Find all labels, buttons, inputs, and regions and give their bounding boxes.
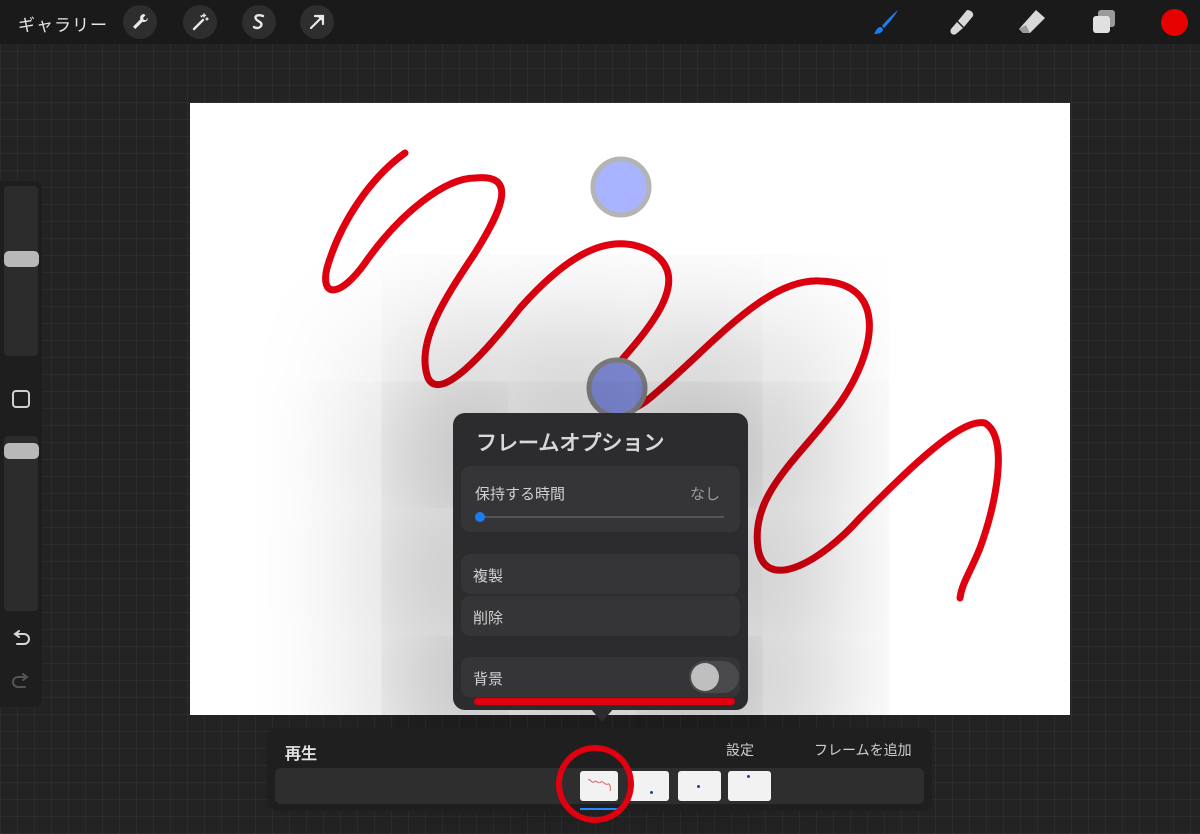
brush-size-slider[interactable] [4,186,38,356]
popup-arrow [590,708,614,722]
selection-icon[interactable] [242,5,276,39]
popup-title: フレームオプション [476,431,665,455]
hold-duration-slider-knob[interactable] [475,512,485,522]
frame-thumbnail[interactable] [678,771,721,801]
red-circle-annotation [556,745,634,823]
play-button[interactable]: 再生 [285,740,317,764]
hold-duration-slider[interactable] [479,516,724,518]
background-row: 背景 [461,657,740,697]
hold-duration-value: なし [689,485,720,503]
top-toolbar: ギャラリー [0,0,1200,44]
move-arrow-icon[interactable] [300,5,334,39]
frame-dot [650,791,653,794]
delete-label: 削除 [473,609,504,627]
background-label: 背景 [473,670,504,688]
opacity-slider-thumb[interactable] [4,443,39,459]
frame-thumbnail[interactable] [629,771,669,801]
hold-duration-row: 保持する時間 なし [461,466,740,532]
duplicate-button[interactable]: 複製 [461,554,740,594]
brush-size-slider-thumb[interactable] [4,250,39,267]
duplicate-label: 複製 [473,567,504,585]
undo-icon[interactable] [10,628,32,650]
opacity-slider[interactable] [4,436,38,611]
brush-icon[interactable] [868,4,904,40]
wrench-icon[interactable] [123,5,157,39]
layers-icon[interactable] [1086,4,1122,40]
frame-thumbnail[interactable] [728,771,771,801]
smudge-icon[interactable] [944,4,980,40]
background-toggle[interactable] [689,661,739,693]
onion-skin-dot [590,156,652,218]
eraser-icon[interactable] [1014,4,1050,40]
magic-wand-icon[interactable] [183,5,217,39]
hold-duration-label: 保持する時間 [475,485,566,503]
frame-dot [697,785,700,788]
delete-button[interactable]: 削除 [461,596,740,636]
color-swatch[interactable] [1161,9,1188,36]
settings-button[interactable]: 設定 [726,740,754,760]
frame-dot [747,775,750,778]
add-frame-button[interactable]: フレームを追加 [814,740,912,760]
red-underline-annotation [474,698,735,705]
modify-square-icon[interactable] [12,390,30,408]
redo-icon[interactable] [10,671,32,693]
left-sidebar [0,181,42,707]
frame-options-popup: フレームオプション 保持する時間 なし 複製 削除 背景 [453,413,748,710]
gallery-button[interactable]: ギャラリー [18,11,108,36]
onion-skin-dot [586,357,648,419]
background-toggle-knob [691,663,719,691]
